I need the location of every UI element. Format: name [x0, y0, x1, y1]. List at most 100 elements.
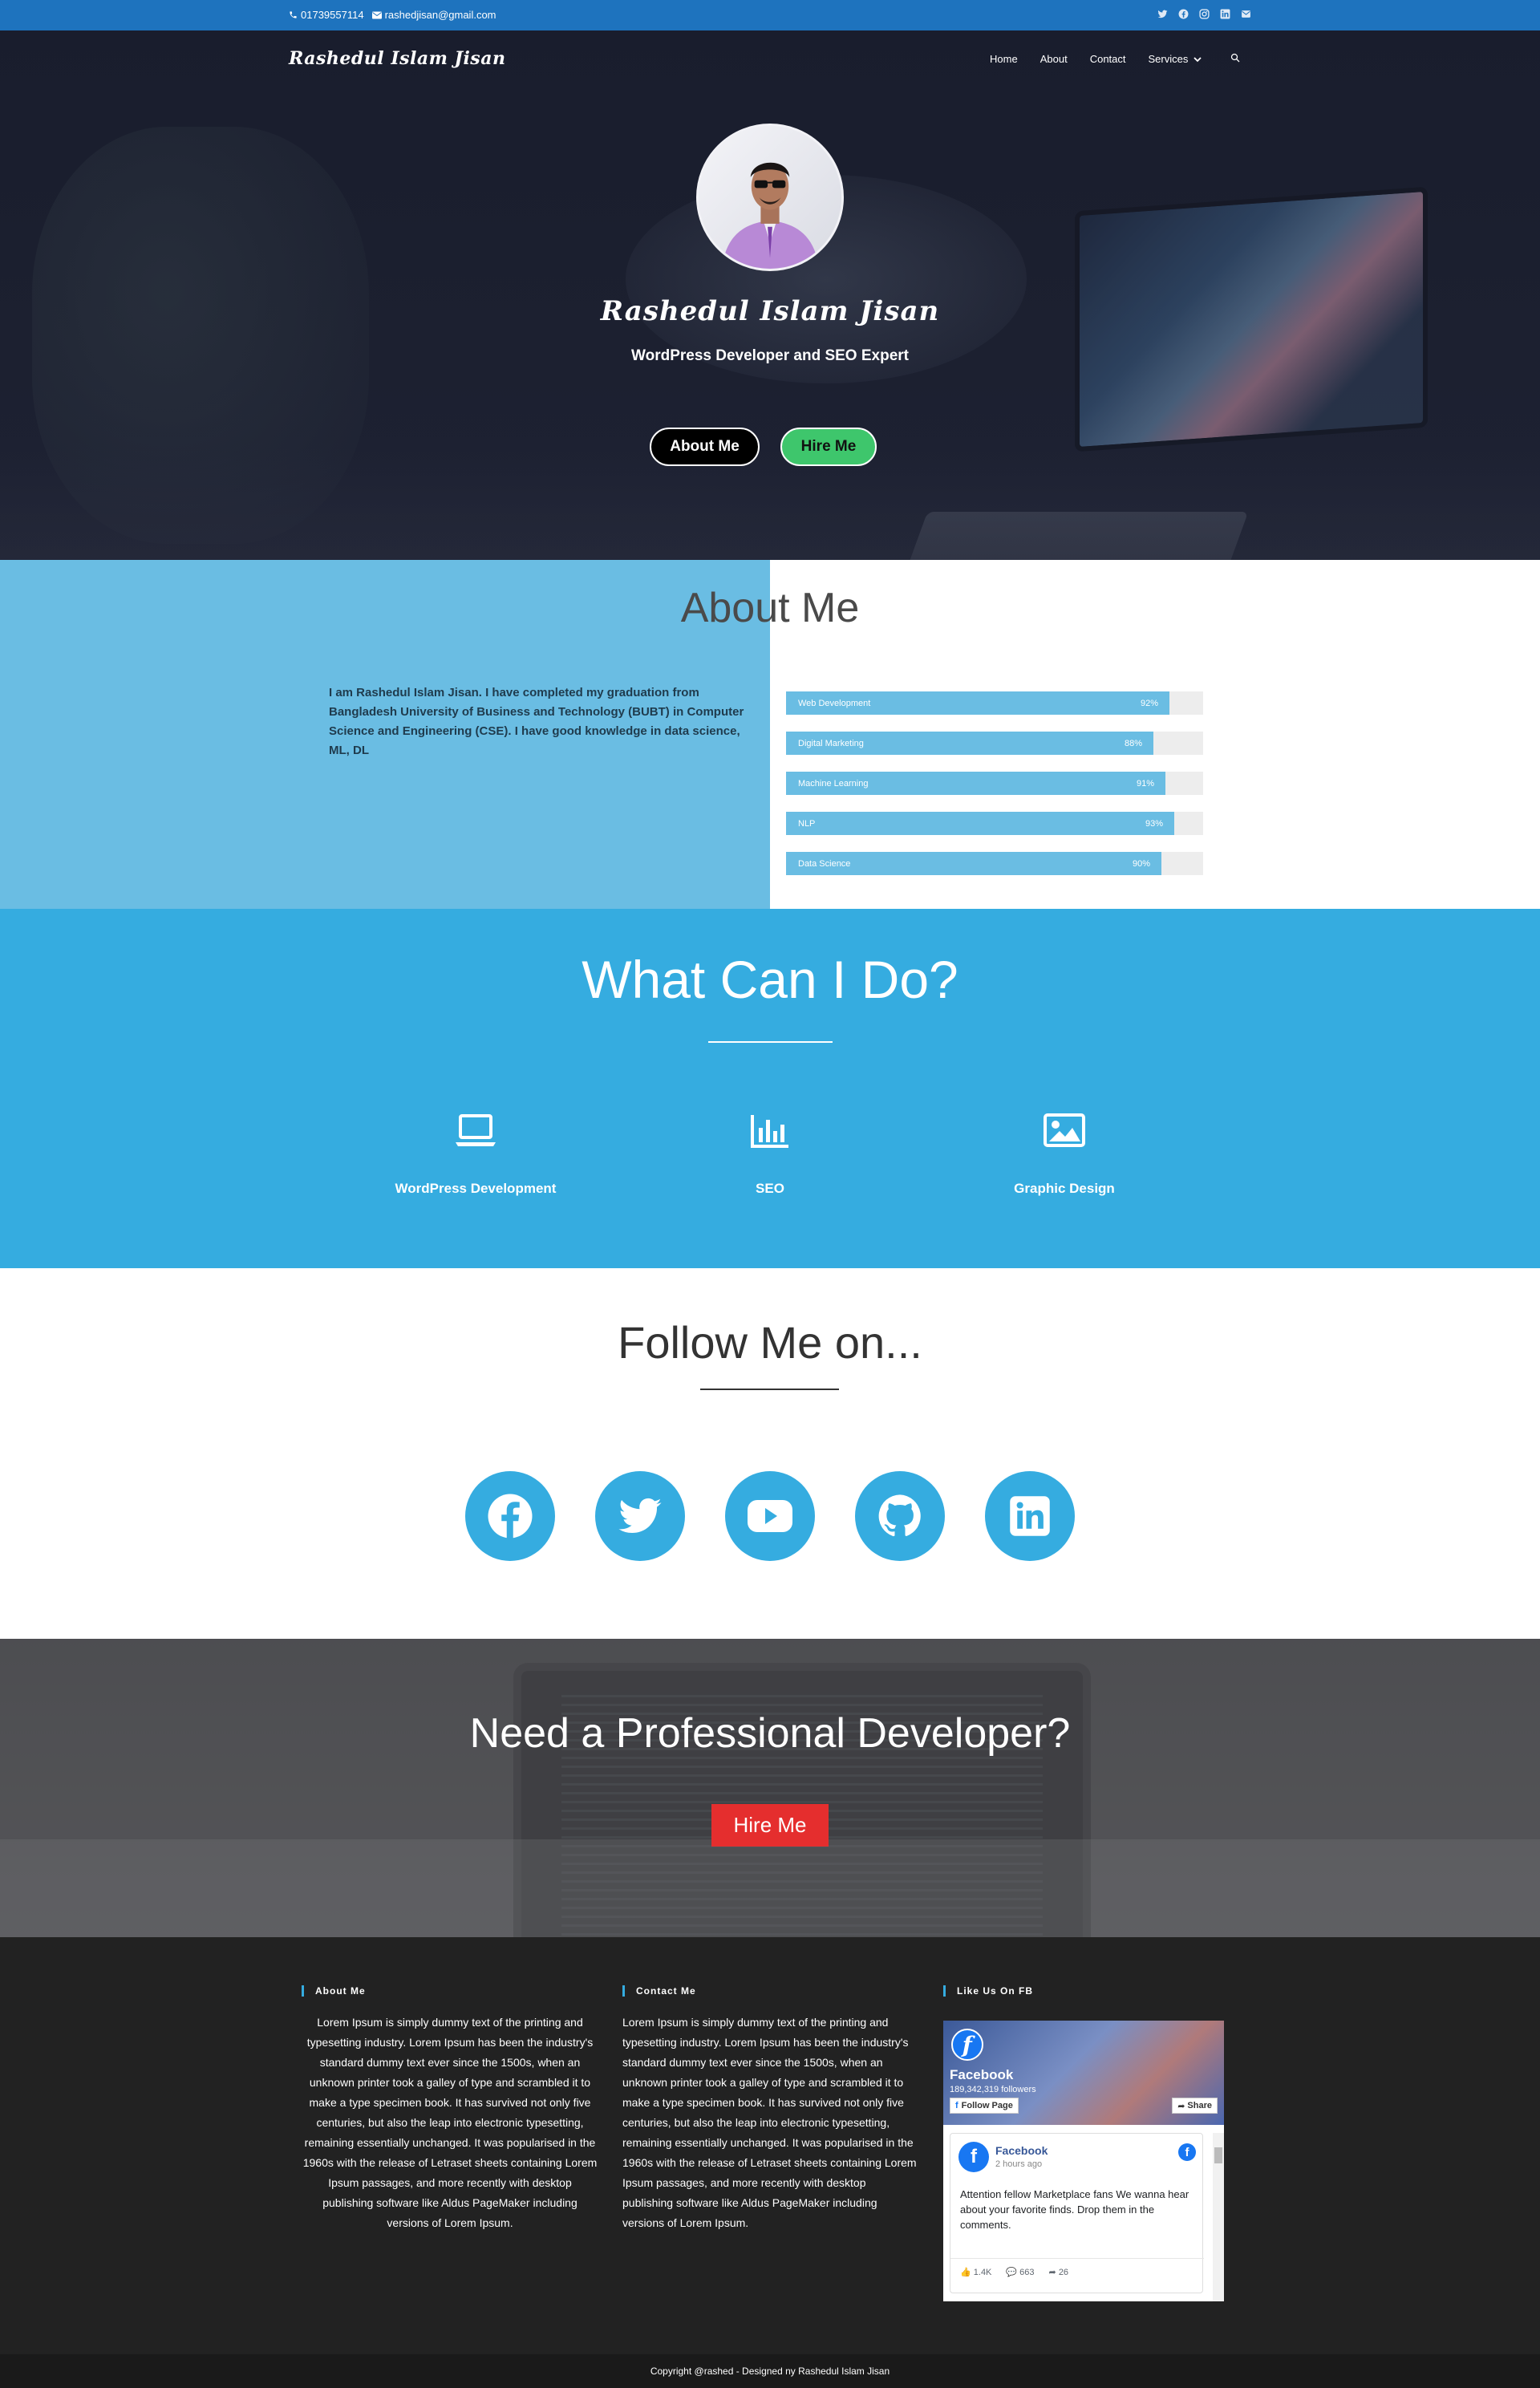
- footer-fb-title: Like Us On FB: [943, 1985, 1240, 1997]
- follow-section: Follow Me on...: [0, 1268, 1540, 1639]
- comment-icon: 💬: [1006, 2268, 1018, 2277]
- copyright-bar: Copyright @rashed - Designed ny Rashedul…: [0, 2354, 1540, 2388]
- skill-name: Machine Learning: [798, 779, 869, 789]
- email-address: rashedjisan@gmail.com: [384, 9, 496, 21]
- hero-name: Rashedul Islam Jisan: [600, 295, 940, 327]
- envelope-icon: [371, 11, 382, 18]
- share-icon: ➦: [1177, 2101, 1185, 2111]
- fb-follow-button[interactable]: f Follow Page: [950, 2098, 1019, 2114]
- fb-post-author[interactable]: Facebook: [995, 2144, 1048, 2157]
- fb-page-logo[interactable]: f: [951, 2029, 983, 2061]
- site-logo[interactable]: Rashedul Islam Jisan: [289, 48, 505, 69]
- email-icon[interactable]: [1240, 8, 1251, 19]
- skill-percent: 90%: [1133, 859, 1151, 869]
- phone-info[interactable]: 01739557114: [289, 9, 364, 21]
- nav-item-services[interactable]: Services: [1137, 53, 1213, 65]
- facebook-icon[interactable]: [465, 1471, 555, 1561]
- about-section: About Me I am Rashedul Islam Jisan. I ha…: [0, 560, 1540, 909]
- nav-item-home[interactable]: Home: [979, 53, 1029, 65]
- footer-contact-title: Contact Me: [622, 1985, 919, 1997]
- fb-likes[interactable]: 👍 1.4K: [960, 2267, 991, 2277]
- nav-menu: Home About Contact Services: [979, 53, 1251, 65]
- facebook-icon[interactable]: [1177, 8, 1189, 19]
- hero-subtitle: WordPress Developer and SEO Expert: [631, 347, 909, 364]
- nav-item-services-label: Services: [1148, 53, 1189, 65]
- cta-hire-me-button[interactable]: Hire Me: [711, 1804, 829, 1847]
- skill-percent: 93%: [1145, 819, 1164, 829]
- linkedin-icon[interactable]: [985, 1471, 1075, 1561]
- service-label: SEO: [756, 1181, 784, 1196]
- fb-share-label: Share: [1187, 2101, 1212, 2110]
- linkedin-icon[interactable]: [1219, 8, 1230, 19]
- fb-post-time[interactable]: 2 hours ago: [995, 2159, 1042, 2169]
- top-bar: 01739557114 rashedjisan@gmail.com: [0, 0, 1540, 30]
- fb-widget-scrollbar[interactable]: [1213, 2133, 1224, 2301]
- cta-section: Need a Professional Developer? Hire Me: [0, 1639, 1540, 1937]
- about-title: About Me: [680, 585, 860, 631]
- phone-icon: [290, 11, 297, 18]
- facebook-icon: f: [955, 2101, 958, 2110]
- fb-post-stats: 👍 1.4K 💬 663 ➦ 26: [950, 2258, 1204, 2285]
- profile-avatar: [696, 124, 844, 271]
- search-icon[interactable]: [1213, 53, 1251, 65]
- follow-title: Follow Me on...: [618, 1317, 922, 1368]
- email-info[interactable]: rashedjisan@gmail.com: [371, 9, 496, 21]
- service-item-wordpress: WordPress Development: [355, 1113, 596, 1197]
- github-icon[interactable]: [855, 1471, 945, 1561]
- nav-item-contact[interactable]: Contact: [1079, 53, 1137, 65]
- fb-post-text: Attention fellow Marketplace fans We wan…: [960, 2188, 1189, 2231]
- footer-about-text: Lorem Ipsum is simply dummy text of the …: [302, 2016, 598, 2229]
- footer-fb-column: Like Us On FB: [943, 1985, 1240, 2013]
- fb-shares[interactable]: ➦ 26: [1049, 2267, 1069, 2277]
- chevron-down-icon: [1194, 57, 1202, 63]
- service-item-graphic-design: Graphic Design: [944, 1113, 1185, 1197]
- fb-post: f Facebook 2 hours ago f Attention fello…: [950, 2133, 1204, 2293]
- instagram-icon[interactable]: [1198, 8, 1210, 19]
- skill-percent: 92%: [1141, 699, 1159, 708]
- scrollbar-thumb[interactable]: [1214, 2147, 1222, 2163]
- facebook-icon[interactable]: f: [1178, 2143, 1196, 2161]
- footer-contact-text: Lorem Ipsum is simply dummy text of the …: [622, 2016, 917, 2229]
- service-label: WordPress Development: [395, 1181, 557, 1196]
- thumbs-up-icon: 👍: [960, 2268, 971, 2277]
- fb-comments-count: 663: [1019, 2268, 1035, 2277]
- fb-comments[interactable]: 💬 663: [1006, 2267, 1034, 2277]
- skill-name: Data Science: [798, 859, 851, 869]
- bar-chart-icon: [650, 1113, 890, 1153]
- fb-followers: 189,342,319 followers: [950, 2085, 1036, 2094]
- footer-about-title: About Me: [302, 1985, 598, 1997]
- fb-share-button[interactable]: ➦ Share: [1172, 2098, 1218, 2114]
- phone-number: 01739557114: [301, 9, 364, 21]
- services-title: What Can I Do?: [582, 950, 958, 1009]
- main-navigation: Rashedul Islam Jisan Home About Contact …: [0, 30, 1540, 91]
- skill-bar: Data Science 90%: [786, 852, 1203, 875]
- nav-item-about[interactable]: About: [1029, 53, 1079, 65]
- hero-section: Rashedul Islam Jisan Home About Contact …: [0, 30, 1540, 560]
- laptop-icon: [355, 1113, 596, 1153]
- fb-likes-count: 1.4K: [973, 2268, 992, 2277]
- follow-divider: [700, 1389, 839, 1390]
- facebook-page-widget[interactable]: f Facebook 189,342,319 followers f Follo…: [943, 2021, 1224, 2301]
- services-divider: [708, 1041, 833, 1043]
- service-label: Graphic Design: [1014, 1181, 1115, 1196]
- about-me-button[interactable]: About Me: [650, 428, 760, 466]
- services-section: What Can I Do? WordPress Development SEO…: [0, 909, 1540, 1268]
- twitter-icon[interactable]: [595, 1471, 685, 1561]
- youtube-icon[interactable]: [725, 1471, 815, 1561]
- skill-bar: Web Development 92%: [786, 691, 1203, 715]
- topbar-contact: 01739557114 rashedjisan@gmail.com: [289, 9, 496, 21]
- skill-name: NLP: [798, 819, 816, 829]
- fb-page-name[interactable]: Facebook: [950, 2067, 1013, 2083]
- topbar-socials: [1157, 8, 1251, 19]
- twitter-icon[interactable]: [1157, 8, 1168, 19]
- hire-me-button[interactable]: Hire Me: [780, 428, 877, 466]
- footer-about-column: About Me Lorem Ipsum is simply dummy tex…: [302, 1985, 598, 2233]
- image-icon: [944, 1113, 1185, 1153]
- fb-follow-label: Follow Page: [961, 2101, 1013, 2110]
- skill-name: Web Development: [798, 699, 871, 708]
- fb-post-avatar[interactable]: f: [958, 2142, 989, 2172]
- skill-fill: [786, 812, 1174, 835]
- skill-bar: Machine Learning 91%: [786, 772, 1203, 795]
- skill-percent: 91%: [1137, 779, 1155, 789]
- cta-overlay: [0, 1639, 1540, 1937]
